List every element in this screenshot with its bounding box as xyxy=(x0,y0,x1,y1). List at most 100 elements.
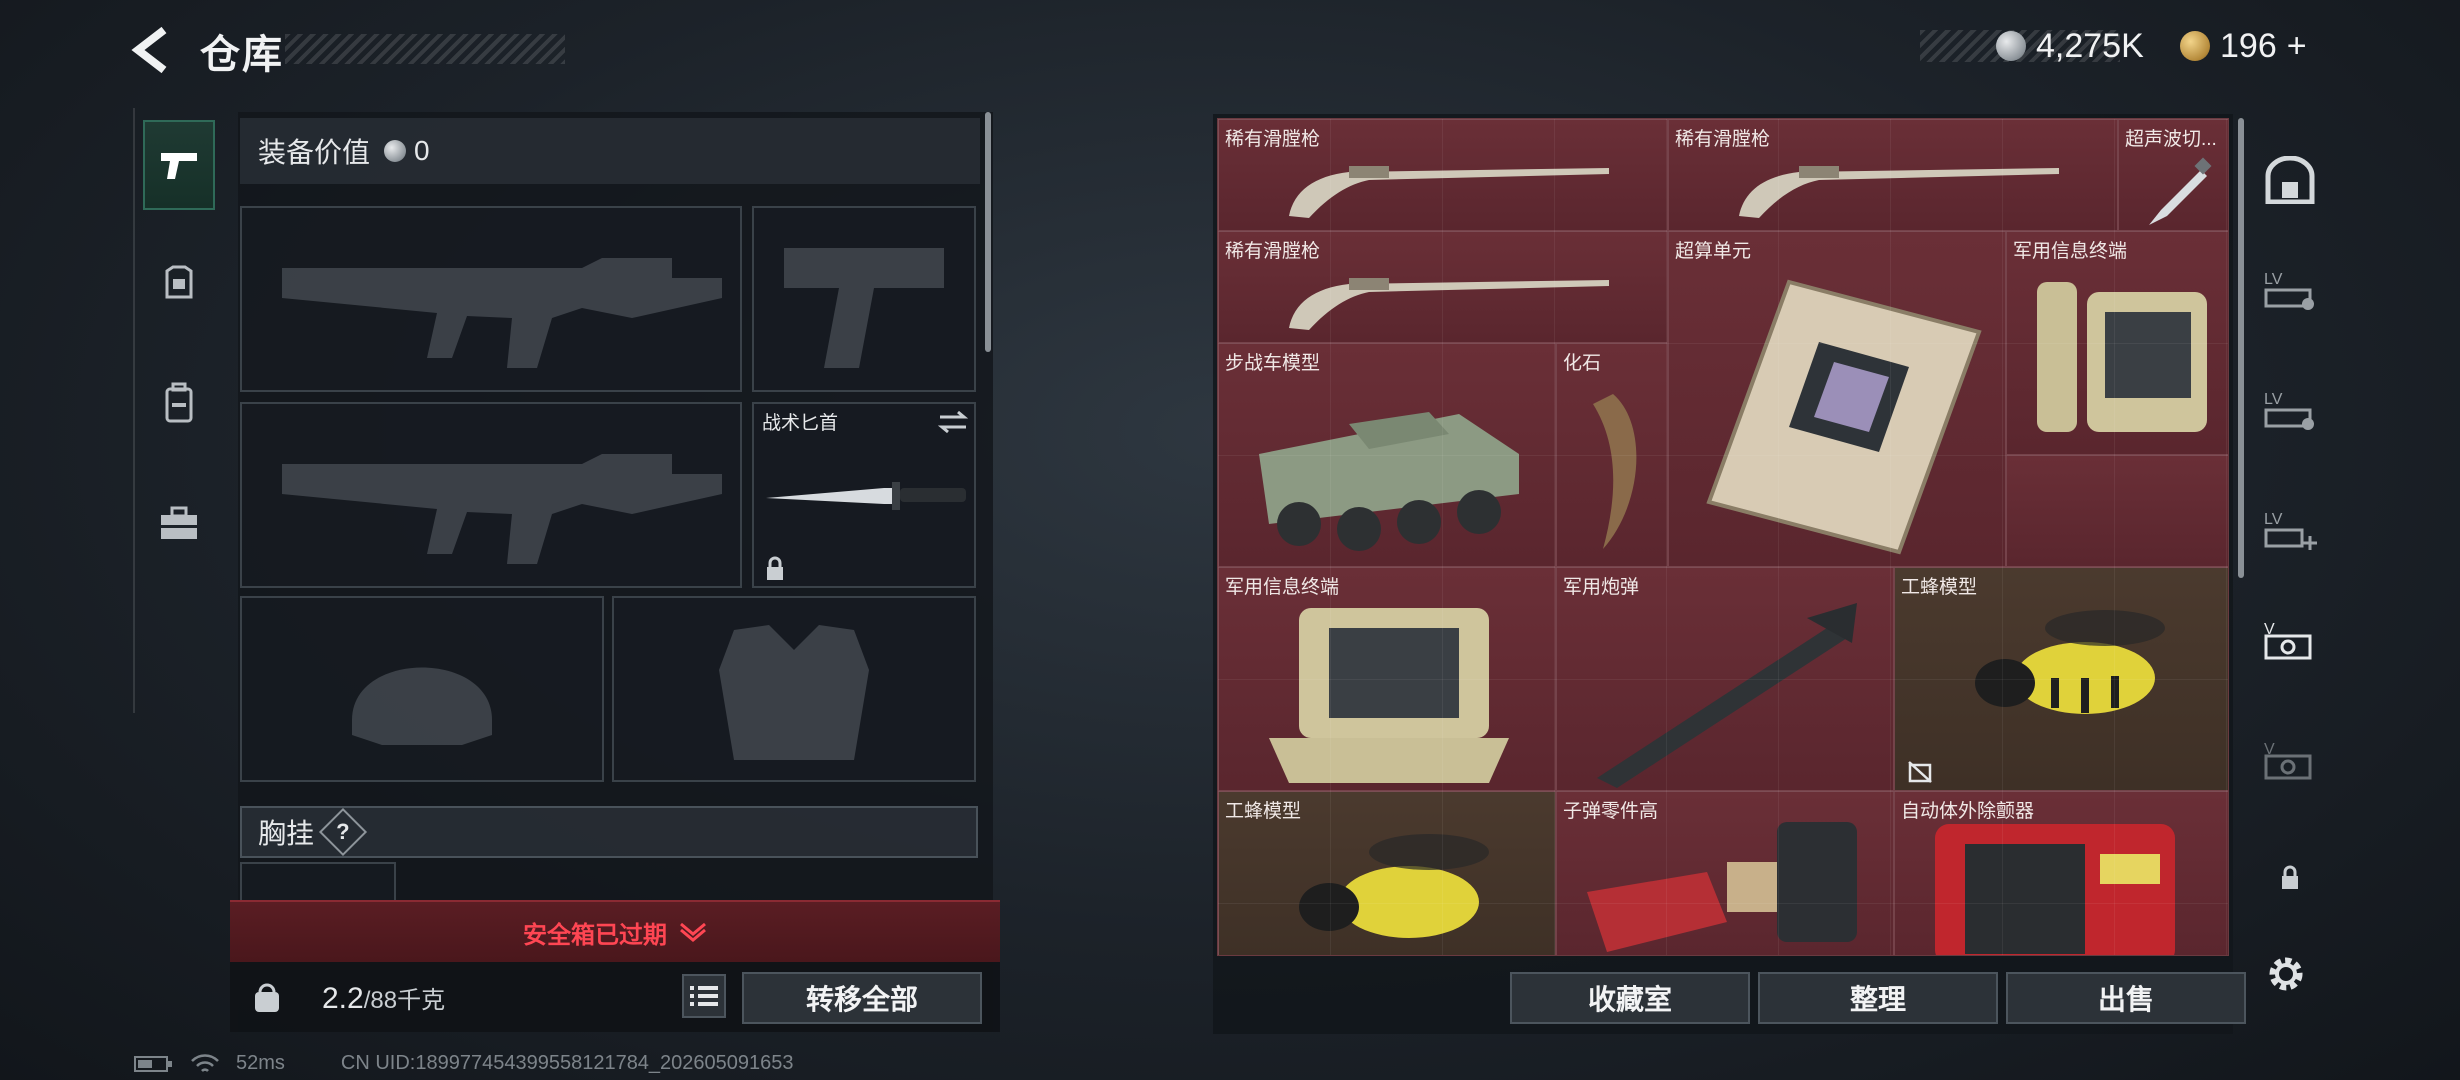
sort-button[interactable]: 整理 xyxy=(1758,972,1998,1024)
backpack-icon xyxy=(165,382,193,423)
stash-item[interactable]: 军用信息终端 xyxy=(2006,231,2228,455)
page-title: 仓库 xyxy=(200,33,284,77)
ifv-model-icon xyxy=(1259,412,1519,551)
stash-item[interactable]: 军用炮弹 xyxy=(1556,567,1894,791)
worker-bee-model-icon xyxy=(1299,834,1489,938)
stash-grid: 稀有滑膛枪 稀有滑膛枪 超声波切... 稀有滑膛枪 超算单元 军用信息终端 步战… xyxy=(1217,118,2229,956)
ping-value: 52ms xyxy=(236,1052,285,1074)
title-decoration xyxy=(285,34,565,64)
tab-locked[interactable] xyxy=(2260,848,2320,908)
musket-icon xyxy=(1289,278,1609,330)
tab-weapons[interactable] xyxy=(143,120,215,210)
weight-current: 2.2 xyxy=(322,982,364,1015)
stash-item[interactable]: 稀有滑膛枪 xyxy=(1218,119,1668,231)
fossil-claw-icon xyxy=(1593,394,1637,549)
lock-icon xyxy=(2282,865,2298,889)
stash-item[interactable]: 工蜂模型 xyxy=(1218,791,1556,955)
military-terminal-icon xyxy=(1269,608,1509,783)
gold-add[interactable]: + xyxy=(2287,27,2307,66)
chest-rig-slot[interactable] xyxy=(240,862,396,902)
stash-item[interactable]: 军用信息终端 xyxy=(1218,567,1556,791)
tab-toolbox[interactable] xyxy=(143,478,215,568)
equipment-value-label: 装备价值 xyxy=(258,137,371,168)
weight-max: /88千克 xyxy=(363,987,446,1014)
safe-box-expired-banner[interactable]: 安全箱已过期 xyxy=(230,900,1000,962)
loadout-scrollbar[interactable] xyxy=(985,112,991,352)
battery-icon xyxy=(134,1055,172,1072)
tab-vault-expand[interactable]: V xyxy=(2260,608,2320,668)
rifle-silhouette-icon xyxy=(282,454,722,564)
secondary-weapon-slot[interactable] xyxy=(240,402,742,588)
armor-icon xyxy=(165,265,193,299)
level-upgrade-icon: LV xyxy=(2264,271,2314,310)
chest-rig-header[interactable]: 胸挂 ? xyxy=(240,806,978,858)
kettlebell-icon xyxy=(255,983,279,1012)
level-add-icon: LV xyxy=(2264,511,2317,550)
tab-armor[interactable] xyxy=(143,238,215,328)
list-icon xyxy=(690,986,718,1006)
tab-level-upgrade-1[interactable]: LV xyxy=(2260,258,2320,318)
wifi-icon xyxy=(191,1053,219,1072)
transfer-all-button[interactable]: 转移全部 xyxy=(742,972,982,1024)
stash-item[interactable]: 化石 xyxy=(1556,343,1668,567)
tab-level-upgrade-2[interactable]: LV xyxy=(2260,378,2320,438)
sell-button[interactable]: 出售 xyxy=(2006,972,2246,1024)
rifle-silhouette-icon xyxy=(282,258,722,368)
tab-backpack[interactable] xyxy=(143,358,215,448)
list-view-button[interactable] xyxy=(682,974,726,1018)
knife-slot[interactable]: 战术匕首 xyxy=(752,402,976,588)
back-button[interactable] xyxy=(128,24,180,76)
defibrillator-icon xyxy=(1935,824,2175,955)
silver-coin-icon xyxy=(384,140,407,162)
vault-icon xyxy=(2265,156,2315,204)
weight-readout: 2.2 /88千克 xyxy=(322,980,445,1016)
no-transfer-icon xyxy=(1908,761,1932,783)
gear-icon xyxy=(2269,957,2303,991)
vault-expand-locked-icon: V xyxy=(2264,741,2312,780)
worker-bee-model-icon xyxy=(1975,610,2165,714)
equipment-value: 0 xyxy=(414,135,430,166)
stash-item[interactable]: 子弹零件高 xyxy=(1556,791,1894,955)
stash-scrollbar[interactable] xyxy=(2238,118,2244,578)
body-armor-slot[interactable] xyxy=(612,596,976,782)
stash-item[interactable]: 自动体外除颤器 xyxy=(1894,791,2228,955)
gold-currency[interactable]: 196 + xyxy=(2180,26,2307,66)
swap-icon[interactable] xyxy=(938,410,968,434)
musket-icon xyxy=(1739,166,2059,218)
svg-text:LV: LV xyxy=(2264,271,2283,288)
primary-weapon-slot[interactable] xyxy=(240,206,742,392)
settings-button[interactable] xyxy=(2264,952,2308,996)
stash-item[interactable]: 超声波切... xyxy=(2118,119,2228,231)
pistol-icon xyxy=(161,153,197,179)
chevron-down-icon xyxy=(680,922,706,942)
tab-level-add[interactable]: LV xyxy=(2260,498,2320,558)
knife-label: 战术匕首 xyxy=(762,413,839,434)
sidearm-slot[interactable] xyxy=(752,206,976,392)
stash-item[interactable]: 超算单元 xyxy=(1668,231,2006,567)
weight-icon xyxy=(246,976,288,1018)
ultrasonic-cutter-icon xyxy=(2149,157,2212,225)
silver-currency: 4,275K xyxy=(1996,26,2144,66)
gold-coin-icon xyxy=(2180,31,2210,61)
combat-knife-icon xyxy=(766,482,966,510)
stash-item[interactable] xyxy=(2006,455,2228,567)
back-arrow-icon xyxy=(131,26,167,74)
stash-item[interactable]: 稀有滑膛枪 xyxy=(1668,119,2118,231)
tab-vault-expand-locked[interactable]: V xyxy=(2260,728,2320,788)
left-tab-bar xyxy=(133,108,227,713)
stash-item[interactable]: 稀有滑膛枪 xyxy=(1218,231,1668,343)
toolbox-icon xyxy=(161,506,197,539)
stash-item[interactable]: 工蜂模型 xyxy=(1894,567,2228,791)
collection-room-button[interactable]: 收藏室 xyxy=(1510,972,1750,1024)
chest-rig-label: 胸挂 xyxy=(258,818,315,849)
player-uid: CN UID:18997745439955812178​4_2026050916… xyxy=(340,1052,794,1074)
helmet-silhouette-icon xyxy=(352,667,492,745)
silver-coin-icon xyxy=(1996,31,2026,61)
level-upgrade-icon: LV xyxy=(2264,391,2314,430)
gold-amount: 196 xyxy=(2220,26,2277,65)
help-icon[interactable]: ? xyxy=(318,807,368,857)
helmet-slot[interactable] xyxy=(240,596,604,782)
vest-silhouette-icon xyxy=(719,625,869,760)
stash-item[interactable]: 步战车模型 xyxy=(1218,343,1556,567)
tab-vault[interactable] xyxy=(2260,150,2320,210)
